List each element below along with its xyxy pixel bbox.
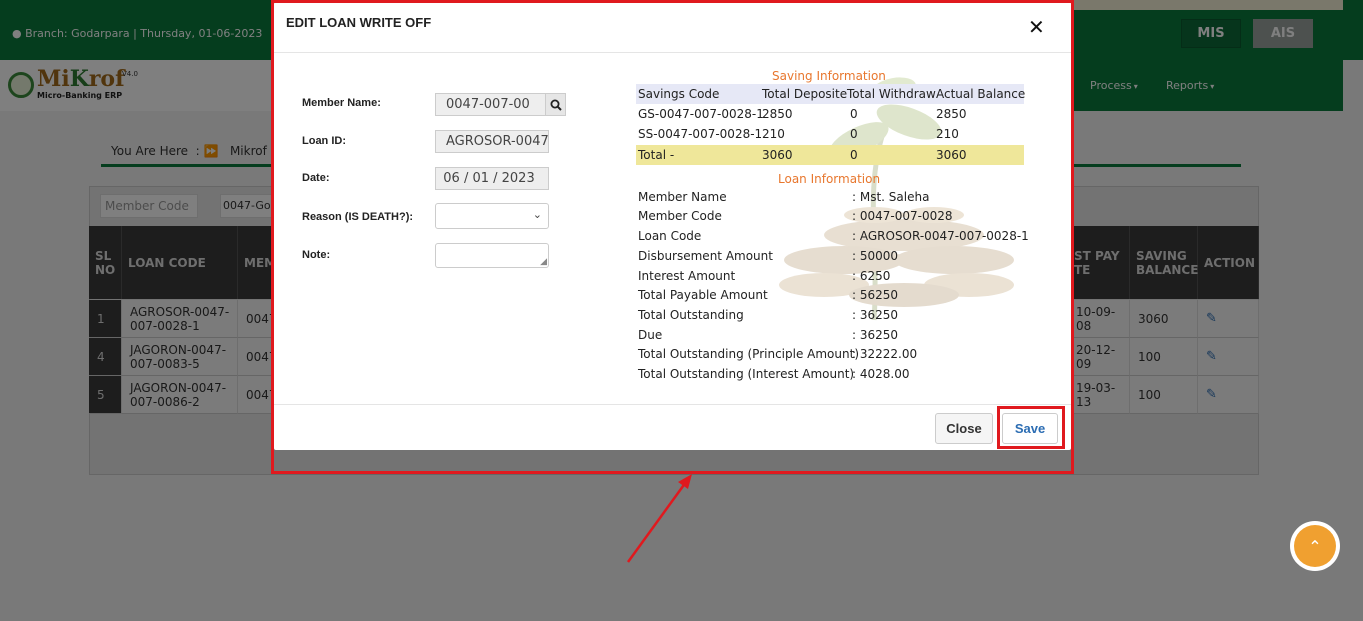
scroll-to-top-button[interactable]: ⌃ [1290,521,1340,571]
annotation-arrow-icon [626,474,692,563]
chevron-up-icon: ⌃ [1294,525,1336,567]
